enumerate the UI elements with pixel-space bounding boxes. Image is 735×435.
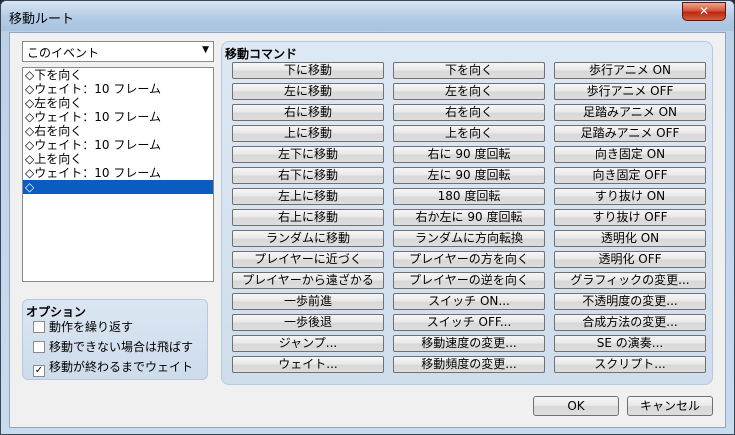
command-button[interactable]: 一歩後退 <box>232 314 384 331</box>
command-button[interactable]: すり抜け ON <box>554 188 706 205</box>
command-button[interactable]: プレイヤーの逆を向く <box>393 272 545 289</box>
target-event-select[interactable]: このイベント ▼ <box>22 41 214 62</box>
command-button[interactable]: ランダムに移動 <box>232 230 384 247</box>
command-button[interactable]: 歩行アニメ ON <box>554 62 706 79</box>
target-event-value: このイベント <box>27 46 100 60</box>
title-bar[interactable]: 移動ルート ✕ <box>1 1 734 31</box>
route-list-item[interactable]: ◇右を向く <box>23 124 213 138</box>
command-button[interactable]: プレイヤーの方を向く <box>393 251 545 268</box>
command-button[interactable]: 右か左に 90 度回転 <box>393 209 545 226</box>
command-button[interactable]: スイッチ ON... <box>393 293 545 310</box>
route-list-item[interactable]: ◇ウェイト：10 フレーム <box>23 110 213 124</box>
checkbox-icon <box>33 341 45 353</box>
repeat-checkbox[interactable]: 動作を繰り返す <box>33 318 133 334</box>
command-button-grid: 下に移動 下を向く 歩行アニメ ON 左に移動 左を向く 歩行アニメ OFF 右に移動 右を向… <box>232 62 708 373</box>
command-button[interactable]: 向き固定 OFF <box>554 167 706 184</box>
close-button[interactable]: ✕ <box>682 2 726 21</box>
command-button[interactable]: スクリプト... <box>554 356 706 373</box>
skip-checkbox[interactable]: 移動できない場合は飛ばす <box>33 338 193 354</box>
command-button[interactable]: 透明化 OFF <box>554 251 706 268</box>
command-button[interactable]: グラフィックの変更... <box>554 272 706 289</box>
commands-title: 移動コマンド <box>225 47 298 61</box>
command-button[interactable]: 向き固定 ON <box>554 146 706 163</box>
command-button[interactable]: すり抜け OFF <box>554 209 706 226</box>
checkbox-icon: ✓ <box>33 365 45 377</box>
command-button[interactable]: 上を向く <box>393 125 545 142</box>
route-command-list[interactable]: ◇下を向く ◇ウェイト：10 フレーム ◇左を向く ◇ウェイト：10 フレーム ◇右を向… <box>22 67 214 282</box>
command-button[interactable]: 透明化 ON <box>554 230 706 247</box>
command-button[interactable]: 右を向く <box>393 104 545 121</box>
command-button[interactable]: ウェイト... <box>232 356 384 373</box>
route-list-item[interactable]: ◇左を向く <box>23 96 213 110</box>
command-button[interactable]: 下に移動 <box>232 62 384 79</box>
command-button[interactable]: 一歩前進 <box>232 293 384 310</box>
route-list-item[interactable]: ◇上を向く <box>23 152 213 166</box>
command-button[interactable]: 右上に移動 <box>232 209 384 226</box>
wait-checkbox[interactable]: ✓ 移動が終わるまでウェイト <box>33 358 194 377</box>
route-list-item[interactable]: ◇ウェイト：10 フレーム <box>23 138 213 152</box>
command-button[interactable]: 上に移動 <box>232 125 384 142</box>
command-button[interactable]: 右下に移動 <box>232 167 384 184</box>
command-button[interactable]: 移動頻度の変更... <box>393 356 545 373</box>
move-commands-group: 移動コマンド 下に移動 下を向く 歩行アニメ ON 左に移動 左を向く 歩行アニメ OFF… <box>221 41 713 385</box>
route-list-item[interactable]: ◇ウェイト：10 フレーム <box>23 82 213 96</box>
command-button[interactable]: 右に移動 <box>232 104 384 121</box>
command-button[interactable]: 180 度回転 <box>393 188 545 205</box>
command-button[interactable]: 左下に移動 <box>232 146 384 163</box>
command-button[interactable]: 左上に移動 <box>232 188 384 205</box>
route-list-item[interactable]: ◇ <box>23 180 213 194</box>
ok-button[interactable]: OK <box>533 396 619 416</box>
command-button[interactable]: プレイヤーから遠ざかる <box>232 272 384 289</box>
command-button[interactable]: 下を向く <box>393 62 545 79</box>
chevron-down-icon: ▼ <box>202 45 209 55</box>
checkbox-icon <box>33 321 45 333</box>
command-button[interactable]: プレイヤーに近づく <box>232 251 384 268</box>
command-button[interactable]: 左に移動 <box>232 83 384 100</box>
route-list-item[interactable]: ◇下を向く <box>23 68 213 82</box>
wait-label: 移動が終わるまでウェイト <box>49 360 194 374</box>
command-button[interactable]: SE の演奏... <box>554 335 706 352</box>
command-button[interactable]: 足踏みアニメ ON <box>554 104 706 121</box>
command-button[interactable]: ジャンプ... <box>232 335 384 352</box>
close-icon: ✕ <box>698 4 710 18</box>
command-button[interactable]: 足踏みアニメ OFF <box>554 125 706 142</box>
move-route-dialog: 移動ルート ✕ このイベント ▼ ◇下を向く ◇ウェイト：10 フレーム ◇左を向く… <box>0 0 735 435</box>
repeat-label: 動作を繰り返す <box>49 320 134 334</box>
dialog-body: このイベント ▼ ◇下を向く ◇ウェイト：10 フレーム ◇左を向く ◇ウェイト：10… <box>9 32 726 428</box>
command-button[interactable]: 歩行アニメ OFF <box>554 83 706 100</box>
cancel-button[interactable]: キャンセル <box>627 396 713 416</box>
command-button[interactable]: 移動速度の変更... <box>393 335 545 352</box>
command-button[interactable]: 合成方法の変更... <box>554 314 706 331</box>
options-group: オプション 動作を繰り返す 移動できない場合は飛ばす ✓ 移動が終わるまでウェイト <box>22 299 208 380</box>
command-button[interactable]: ランダムに方向転換 <box>393 230 545 247</box>
command-button[interactable]: スイッチ OFF... <box>393 314 545 331</box>
command-button[interactable]: 左を向く <box>393 83 545 100</box>
skip-label: 移動できない場合は飛ばす <box>49 340 194 354</box>
command-button[interactable]: 右に 90 度回転 <box>393 146 545 163</box>
route-list-item[interactable]: ◇ウェイト：10 フレーム <box>23 166 213 180</box>
command-button[interactable]: 左に 90 度回転 <box>393 167 545 184</box>
window-title: 移動ルート <box>9 12 75 27</box>
command-button[interactable]: 不透明度の変更... <box>554 293 706 310</box>
